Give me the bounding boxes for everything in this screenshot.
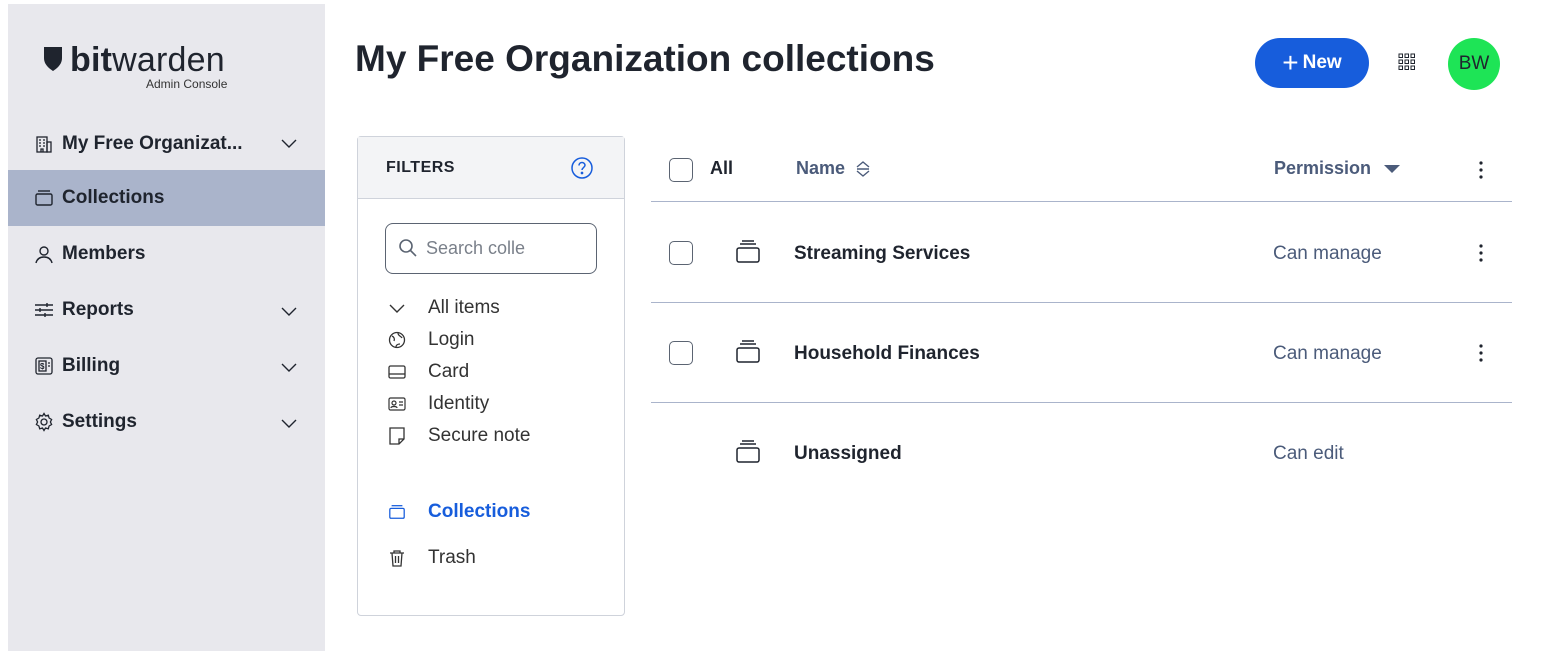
- filter-card[interactable]: Card: [388, 361, 469, 383]
- sidebar-item-label: My Free Organizat...: [62, 133, 243, 154]
- shield-icon: [44, 47, 62, 71]
- sidebar-item-organization[interactable]: My Free Organizat...: [8, 116, 325, 172]
- filters-header: FILTERS: [358, 137, 624, 199]
- id-card-icon: [388, 395, 406, 413]
- permission-column-header[interactable]: Permission: [1274, 158, 1401, 179]
- card-icon: [388, 363, 406, 381]
- filter-all-items[interactable]: All items: [388, 297, 500, 319]
- table-row[interactable]: Streaming Services Can manage: [651, 203, 1512, 303]
- building-icon: [34, 134, 54, 154]
- permission-column-label: Permission: [1274, 158, 1372, 178]
- search-icon: [399, 239, 417, 257]
- sidebar-item-label: Reports: [62, 299, 134, 320]
- brand-subtitle: Admin Console: [146, 77, 228, 91]
- collection-permission: Can manage: [1273, 243, 1382, 264]
- row-checkbox[interactable]: [669, 341, 693, 365]
- select-all-label: All: [710, 158, 734, 178]
- filter-identity[interactable]: Identity: [388, 393, 489, 415]
- collection-icon: [388, 503, 406, 521]
- collection-name[interactable]: Unassigned: [794, 443, 902, 465]
- page-title: My Free Organization collections: [355, 38, 935, 79]
- trash-icon: [388, 549, 406, 567]
- collection-name[interactable]: Streaming Services: [794, 243, 970, 265]
- app-grid-icon[interactable]: [1398, 53, 1416, 71]
- row-checkbox[interactable]: [669, 241, 693, 265]
- chevron-down-icon[interactable]: [280, 304, 298, 318]
- sidebar-item-label: Collections: [62, 187, 165, 208]
- sidebar: bitwarden Admin Console My Free Organiza…: [8, 4, 325, 651]
- filters-panel: FILTERS Search colle All items Login Car…: [357, 136, 625, 616]
- gear-icon: [34, 412, 54, 432]
- note-icon: [388, 427, 406, 445]
- filter-label: Collections: [428, 501, 531, 522]
- sidebar-item-collections[interactable]: Collections: [8, 170, 325, 226]
- filter-label: Card: [428, 361, 470, 382]
- collection-name[interactable]: Household Finances: [794, 343, 980, 365]
- table-row[interactable]: Unassigned Can edit: [651, 403, 1512, 503]
- billing-icon: $: [34, 356, 54, 376]
- globe-icon: [388, 331, 406, 349]
- sidebar-item-label: Billing: [62, 355, 121, 376]
- sidebar-item-settings[interactable]: Settings: [8, 394, 325, 450]
- help-icon[interactable]: [570, 156, 594, 180]
- filter-collections[interactable]: Collections: [388, 501, 530, 523]
- chevron-down-icon: [388, 299, 406, 317]
- plus-icon: +: [1282, 47, 1299, 78]
- user-icon: [34, 244, 54, 264]
- sort-icon: [856, 160, 870, 177]
- filter-trash[interactable]: Trash: [388, 547, 476, 569]
- chevron-down-icon[interactable]: [280, 360, 298, 374]
- filter-label: Identity: [428, 393, 490, 414]
- filter-label: All items: [428, 297, 500, 318]
- table-header: All Name Permission: [651, 136, 1512, 202]
- sidebar-item-billing[interactable]: $ Billing: [8, 338, 325, 394]
- caret-down-icon: [1384, 164, 1401, 173]
- brand-logo[interactable]: bitwarden Admin Console: [42, 40, 262, 96]
- name-column-header[interactable]: Name: [796, 158, 871, 179]
- table-row[interactable]: Household Finances Can manage: [651, 303, 1512, 403]
- collection-permission: Can edit: [1273, 443, 1344, 464]
- filter-label: Login: [428, 329, 475, 350]
- collection-permission: Can manage: [1273, 343, 1382, 364]
- select-all-checkbox[interactable]: [669, 158, 693, 182]
- filter-label: Trash: [428, 547, 476, 568]
- more-options-icon[interactable]: [1478, 160, 1484, 180]
- new-button-label: New: [1302, 52, 1342, 73]
- sidebar-item-members[interactable]: Members: [8, 226, 325, 282]
- brand-wordmark: bitwarden: [70, 41, 225, 79]
- sidebar-item-label: Settings: [62, 411, 137, 432]
- collection-icon: [34, 188, 54, 208]
- more-options-icon[interactable]: [1478, 243, 1484, 263]
- sidebar-item-label: Members: [62, 243, 146, 264]
- more-options-icon[interactable]: [1478, 343, 1484, 363]
- new-button[interactable]: + New: [1255, 38, 1369, 88]
- filter-label: Secure note: [428, 425, 531, 446]
- avatar[interactable]: BW: [1448, 38, 1500, 90]
- name-column-label: Name: [796, 158, 846, 178]
- chevron-down-icon: [281, 139, 297, 148]
- collection-icon: [736, 340, 760, 363]
- filters-title: FILTERS: [386, 158, 455, 176]
- filter-secure-note[interactable]: Secure note: [388, 425, 530, 447]
- search-input[interactable]: Search colle: [385, 223, 597, 274]
- svg-text:$: $: [40, 362, 45, 371]
- chevron-down-icon[interactable]: [280, 416, 298, 430]
- sidebar-item-reports[interactable]: Reports: [8, 282, 325, 338]
- collection-icon: [736, 240, 760, 263]
- sliders-icon: [34, 300, 54, 320]
- collection-icon: [736, 440, 760, 463]
- search-placeholder: Search colle: [426, 238, 526, 258]
- filter-login[interactable]: Login: [388, 329, 475, 351]
